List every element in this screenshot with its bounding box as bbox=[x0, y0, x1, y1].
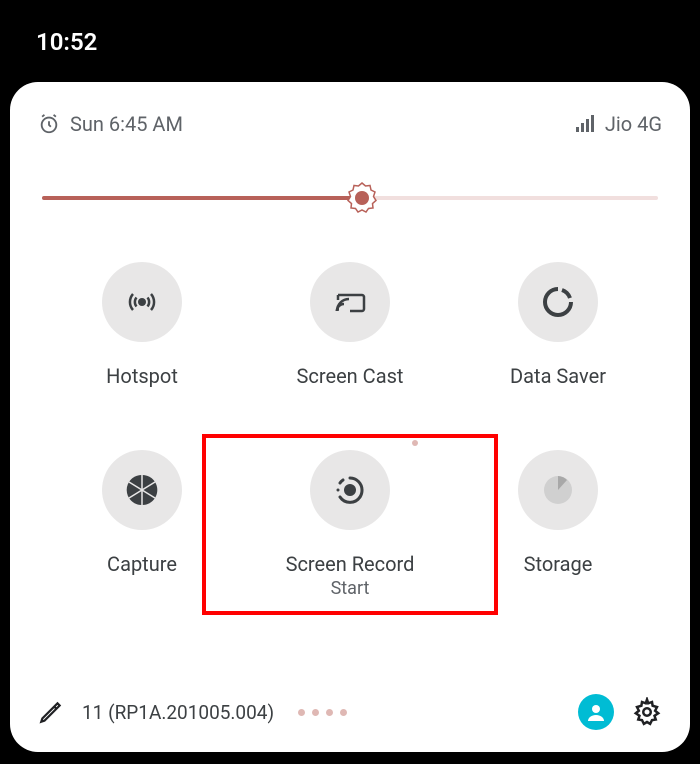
cast-icon bbox=[310, 262, 390, 342]
record-icon bbox=[310, 450, 390, 530]
alarm-info[interactable]: Sun 6:45 AM bbox=[38, 112, 183, 136]
edit-icon[interactable] bbox=[38, 699, 64, 725]
slider-track-filled bbox=[42, 196, 362, 200]
tile-label: Hotspot bbox=[106, 364, 178, 388]
alarm-label: Sun 6:45 AM bbox=[70, 112, 183, 136]
slider-thumb[interactable] bbox=[345, 181, 379, 215]
alarm-icon bbox=[38, 113, 60, 135]
tiles-grid: Hotspot Screen Cast bbox=[38, 262, 662, 599]
slider-track-empty bbox=[362, 196, 658, 200]
panel-footer: 11 (RP1A.201005.004) bbox=[38, 694, 662, 730]
build-text: 11 (RP1A.201005.004) bbox=[82, 701, 274, 724]
signal-icon bbox=[575, 114, 595, 134]
tile-label: Screen Record bbox=[286, 552, 415, 576]
tile-screen-cast[interactable]: Screen Cast bbox=[246, 262, 454, 388]
tile-hotspot[interactable]: Hotspot bbox=[38, 262, 246, 388]
data-saver-icon bbox=[518, 262, 598, 342]
phone-frame: 10:52 Sun 6:45 AM Jio 4G bbox=[0, 0, 700, 764]
tile-label: Data Saver bbox=[510, 364, 606, 388]
tile-data-saver[interactable]: Data Saver bbox=[454, 262, 662, 388]
indicator-dot bbox=[412, 440, 418, 446]
tile-label: Storage bbox=[524, 552, 593, 576]
aperture-icon bbox=[102, 450, 182, 530]
hotspot-icon bbox=[102, 262, 182, 342]
quick-settings-panel: Sun 6:45 AM Jio 4G bbox=[10, 82, 690, 752]
brightness-slider[interactable] bbox=[42, 186, 658, 210]
network-label: Jio 4G bbox=[605, 112, 662, 136]
tile-label: Screen Cast bbox=[297, 364, 404, 388]
user-avatar[interactable] bbox=[578, 694, 614, 730]
tile-screen-record[interactable]: Screen Record Start bbox=[246, 450, 454, 599]
settings-icon[interactable] bbox=[632, 697, 662, 727]
page-indicator bbox=[298, 709, 347, 716]
storage-icon bbox=[518, 450, 598, 530]
tile-label: Capture bbox=[107, 552, 177, 576]
network-info[interactable]: Jio 4G bbox=[575, 112, 662, 136]
status-time: 10:52 bbox=[0, 0, 700, 56]
tile-sublabel: Start bbox=[331, 578, 370, 599]
panel-top-row: Sun 6:45 AM Jio 4G bbox=[38, 112, 662, 136]
